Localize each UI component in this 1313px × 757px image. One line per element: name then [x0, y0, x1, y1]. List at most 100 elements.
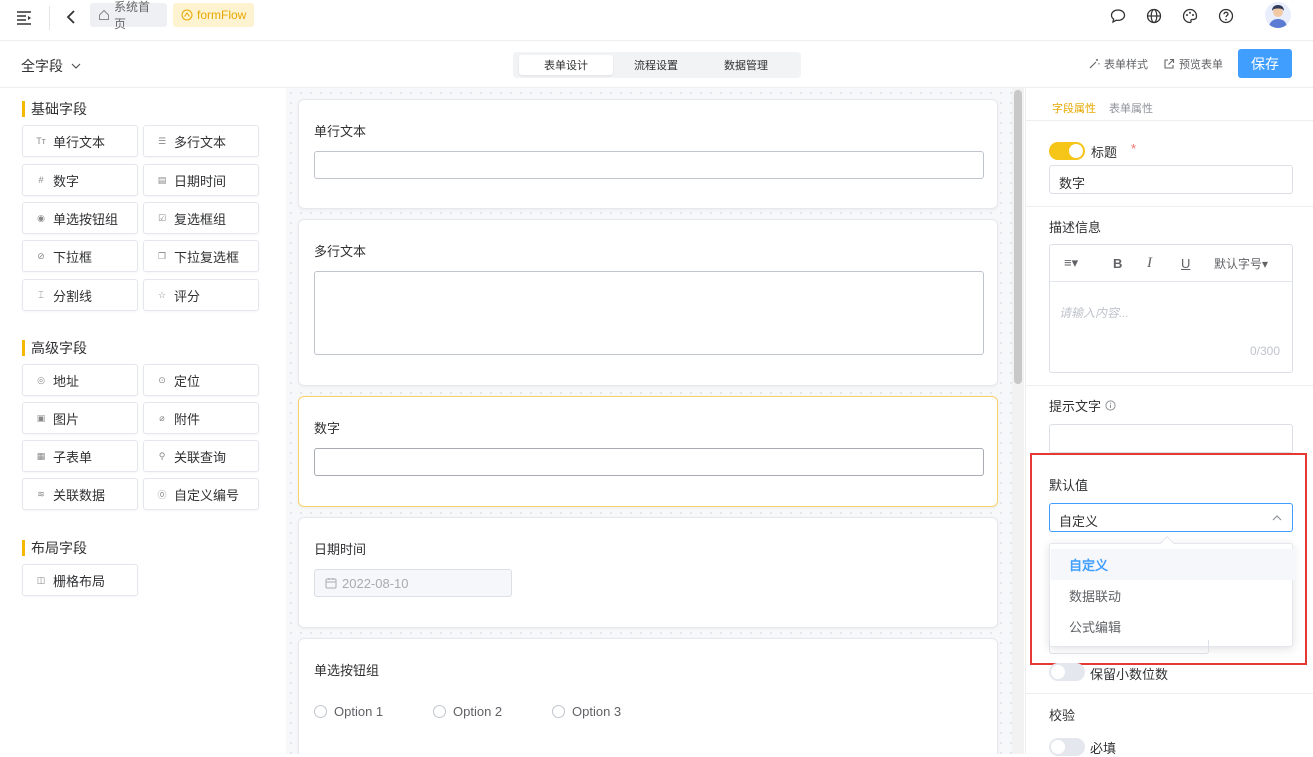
field-image[interactable]: ▣ 图片	[22, 402, 138, 434]
grid-icon: ◫	[36, 574, 46, 585]
breadcrumb-formflow-label: formFlow	[197, 8, 247, 22]
field-related-query[interactable]: ⚲ 关联查询	[143, 440, 259, 472]
image-icon: ▣	[36, 412, 46, 423]
form-style-button[interactable]: 表单样式	[1088, 56, 1148, 72]
divider	[1026, 206, 1313, 207]
field-label: 图片	[53, 411, 80, 427]
preview-form-label: 预览表单	[1179, 59, 1223, 71]
radio-circle-icon	[314, 705, 327, 718]
field-checkbox-group[interactable]: ☑ 复选框组	[143, 202, 259, 234]
breadcrumb-formflow[interactable]: formFlow	[173, 3, 254, 27]
underline-icon[interactable]: U	[1181, 256, 1190, 271]
field-attachment[interactable]: ⌀ 附件	[143, 402, 259, 434]
title-toggle[interactable]	[1049, 142, 1085, 160]
title-input[interactable]: 数字	[1049, 165, 1293, 194]
scrollbar-thumb[interactable]	[1014, 90, 1022, 384]
field-multi-select[interactable]: ❐ 下拉复选框	[143, 240, 259, 272]
hash-icon: #	[38, 175, 44, 185]
field-radio-group[interactable]: ◉ 单选按钮组	[22, 202, 138, 234]
multi-select-icon: ❐	[157, 250, 167, 261]
hint-input[interactable]	[1049, 424, 1293, 453]
compass-icon: ◎	[37, 374, 45, 385]
field-custom-number[interactable]: ⓪ 自定义编号	[143, 478, 259, 510]
field-label: 附件	[174, 411, 201, 427]
field-grid-layout[interactable]: ◫ 栅格布局	[22, 564, 138, 596]
field-label: 自定义编号	[174, 487, 240, 503]
font-size-label: 默认字号	[1214, 256, 1263, 271]
field-related-data[interactable]: ≋ 关联数据	[22, 478, 138, 510]
form-item-radio-group[interactable]: 单选按钮组 Option 1 Option 2 Option 3	[298, 638, 998, 754]
field-label: 评分	[174, 288, 201, 304]
properties-panel: 字段属性 表单属性 标题 * 数字 描述信息 ≡▾ B I U 默认字号▾ 请输…	[1025, 88, 1313, 756]
char-count: 0/300	[1249, 344, 1280, 358]
help-icon[interactable]	[1217, 7, 1235, 25]
number-icon: ⓪	[157, 489, 167, 500]
form-item-datetime[interactable]: 日期时间 2022-08-10	[298, 517, 998, 628]
date-picker[interactable]: 2022-08-10	[314, 569, 512, 597]
calendar-icon: ▤	[157, 174, 167, 185]
calendar-icon	[325, 577, 337, 589]
decimal-toggle[interactable]	[1049, 663, 1085, 681]
multi-line-text-textarea[interactable]	[314, 271, 984, 355]
field-address[interactable]: ◎ 地址	[22, 364, 138, 396]
radio-option-3[interactable]: Option 3	[552, 704, 621, 719]
avatar[interactable]	[1265, 2, 1291, 28]
top-bar: 系统首页 formFlow	[0, 0, 1313, 41]
textarea-icon: ☰	[157, 135, 167, 146]
italic-icon[interactable]: I	[1147, 255, 1152, 272]
field-rating[interactable]: ☆ 评分	[143, 279, 259, 311]
field-subform[interactable]: ▦ 子表单	[22, 440, 138, 472]
info-icon	[1105, 400, 1116, 411]
back-arrow-icon[interactable]	[60, 6, 82, 28]
palette-icon[interactable]	[1181, 7, 1199, 25]
number-input[interactable]	[314, 448, 984, 476]
divider	[1026, 693, 1313, 694]
tab-form-properties[interactable]: 表单属性	[1109, 100, 1153, 116]
field-label: 复选框组	[174, 211, 227, 227]
form-item-label: 数字	[314, 421, 341, 436]
title-label: 标题	[1091, 145, 1118, 160]
breadcrumb-home[interactable]: 系统首页	[90, 0, 167, 31]
home-icon	[98, 9, 110, 21]
field-multi-line-text[interactable]: ☰ 多行文本	[143, 125, 259, 157]
divider-icon: ⌶	[38, 289, 44, 300]
editor-toolbar: ≡▾ B I U 默认字号▾	[1050, 245, 1292, 282]
field-location[interactable]: ⊙ 定位	[143, 364, 259, 396]
rich-text-editor[interactable]: ≡▾ B I U 默认字号▾ 请输入内容... 0/300	[1049, 244, 1293, 373]
field-number[interactable]: # 数字	[22, 164, 138, 196]
preview-form-button[interactable]: 预览表单	[1163, 56, 1223, 72]
globe-icon[interactable]	[1145, 7, 1163, 25]
chat-icon[interactable]	[1109, 7, 1127, 25]
field-select[interactable]: ⊘ 下拉框	[22, 240, 138, 272]
toolbar: 全字段 表单设计 流程设置 数据管理 表单样式 预览表单 保存	[0, 41, 1313, 88]
tab-field-properties[interactable]: 字段属性	[1052, 100, 1096, 116]
tab-flow-settings[interactable]: 流程设置	[613, 55, 699, 75]
tab-data-management[interactable]: 数据管理	[703, 55, 789, 75]
radio-option-1[interactable]: Option 1	[314, 704, 383, 719]
date-value: 2022-08-10	[342, 575, 409, 591]
save-button[interactable]: 保存	[1238, 49, 1292, 78]
field-scope-label: 全字段	[21, 58, 63, 74]
form-item-number-selected[interactable]: 数字	[298, 396, 998, 507]
tab-form-design[interactable]: 表单设计	[519, 55, 613, 75]
align-icon[interactable]: ≡▾	[1064, 255, 1078, 271]
radio-option-label: Option 1	[334, 704, 384, 719]
field-single-line-text[interactable]: Tт 单行文本	[22, 125, 138, 157]
single-line-text-input[interactable]	[314, 151, 984, 179]
form-item-single-line-text[interactable]: 单行文本	[298, 99, 998, 209]
form-item-multi-line-text[interactable]: 多行文本	[298, 219, 998, 386]
design-tabs: 表单设计 流程设置 数据管理	[513, 52, 801, 78]
flow-icon	[181, 9, 193, 21]
bold-icon[interactable]: B	[1113, 256, 1122, 271]
field-divider[interactable]: ⌶ 分割线	[22, 279, 138, 311]
canvas-scrollbar[interactable]	[1012, 88, 1024, 754]
radio-option-2[interactable]: Option 2	[433, 704, 502, 719]
required-label: 必填	[1090, 741, 1117, 756]
divider	[1026, 385, 1313, 386]
font-size-select[interactable]: 默认字号▾	[1214, 255, 1268, 272]
field-scope-select[interactable]: 全字段	[21, 56, 81, 76]
required-toggle[interactable]	[1049, 738, 1085, 756]
menu-toggle-icon[interactable]	[14, 8, 34, 28]
divider	[1026, 120, 1313, 121]
field-datetime[interactable]: ▤ 日期时间	[143, 164, 259, 196]
